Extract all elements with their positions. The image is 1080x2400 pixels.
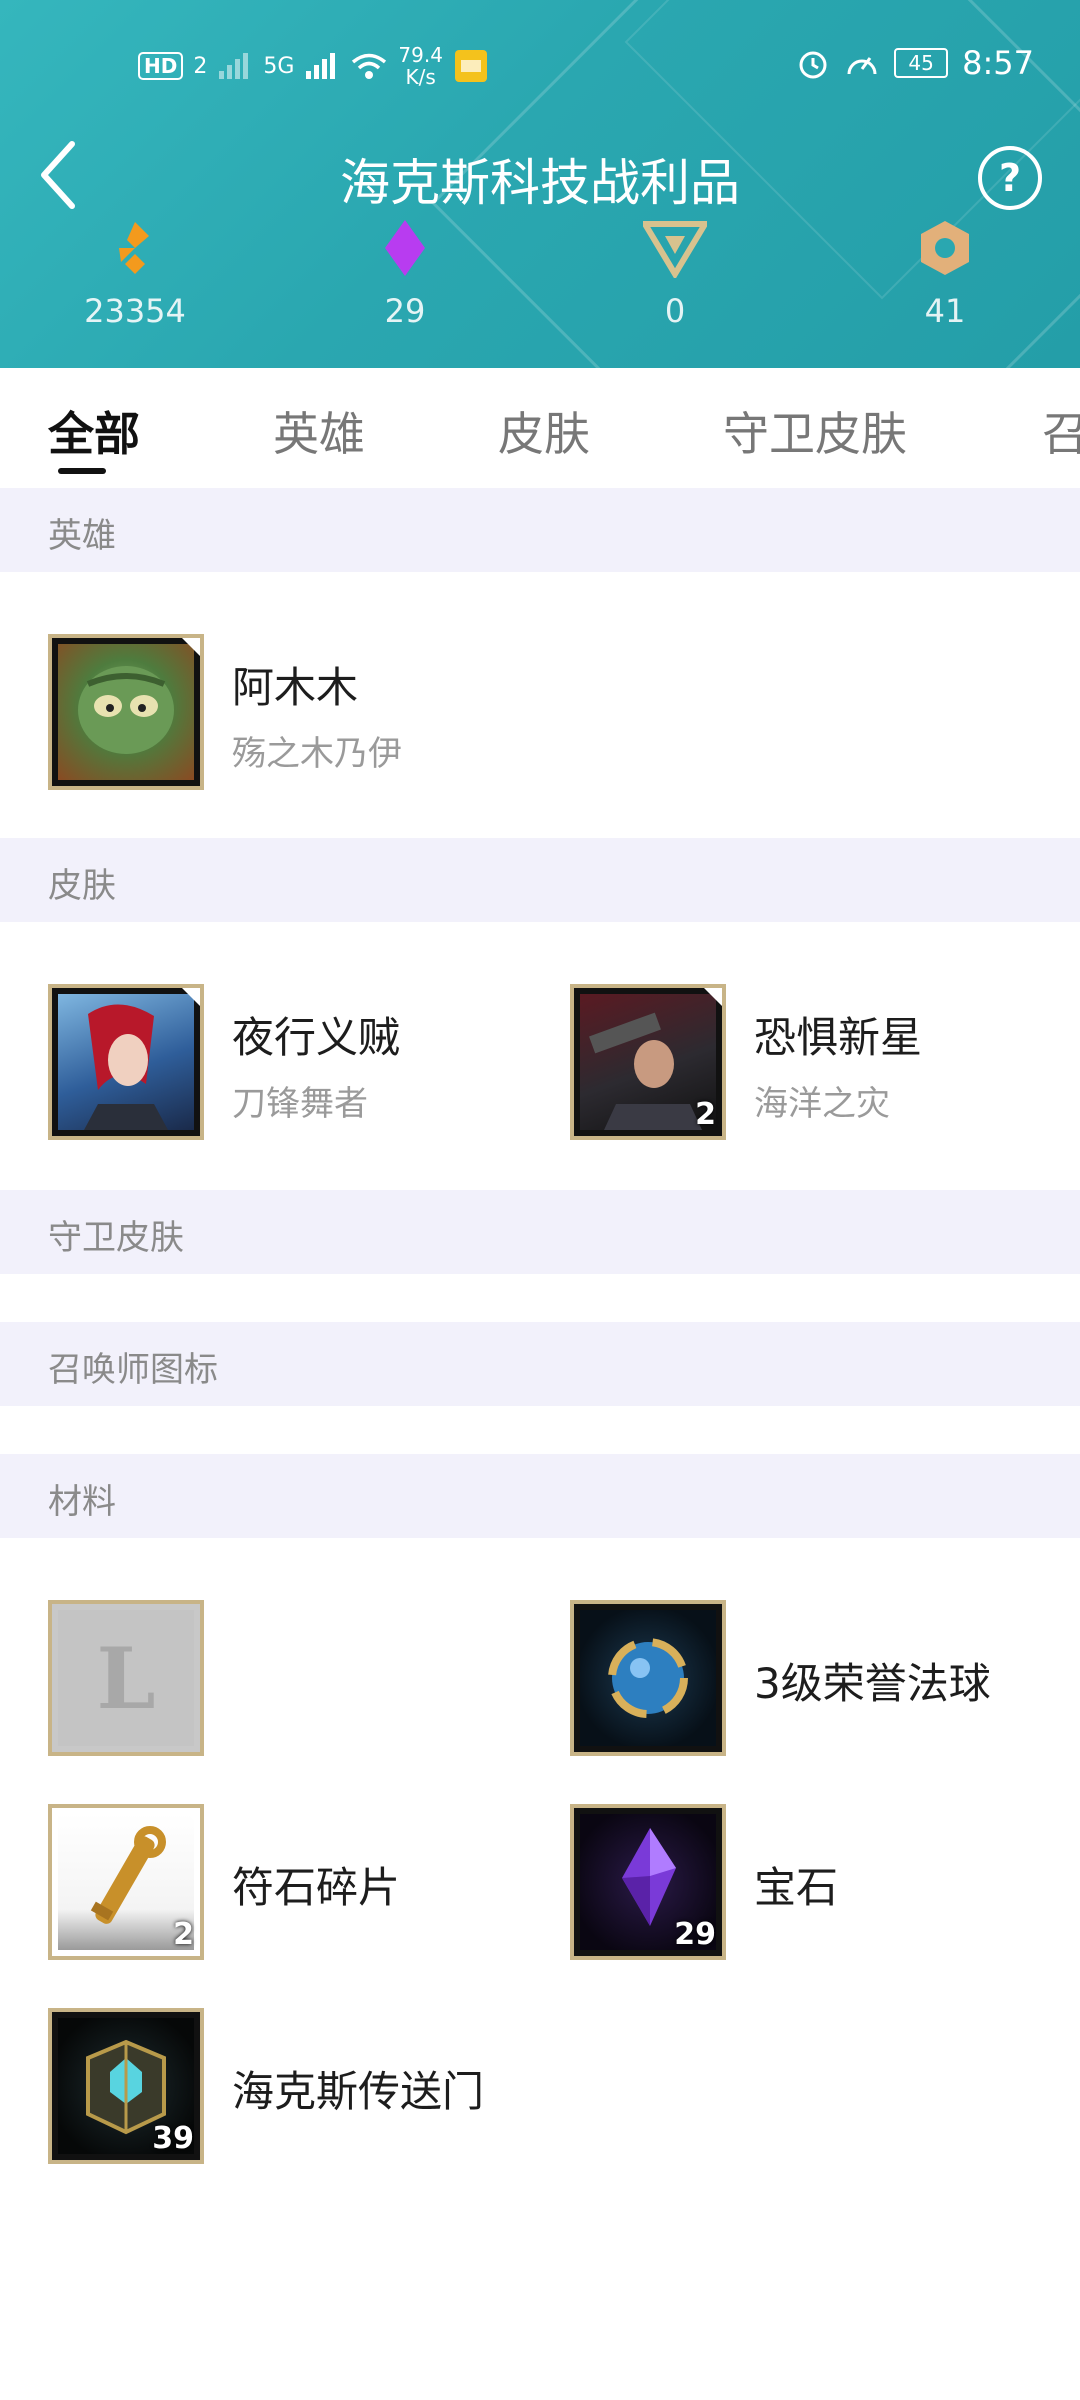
item-name: 宝石 [754, 1863, 839, 1912]
tab-champions[interactable]: 英雄 [273, 398, 365, 464]
help-icon[interactable]: ? [978, 146, 1042, 210]
amumu-portrait-icon [78, 666, 174, 754]
loot-item-skin[interactable]: 2 恐惧新星 海洋之灾 [570, 984, 1050, 1140]
currency-mythic-essence: 29 [315, 218, 495, 330]
net-speed-unit: K/s [405, 65, 436, 89]
page-title: 海克斯科技战利品 [340, 154, 740, 212]
item-thumbnail: 2 [48, 1804, 204, 1960]
item-thumbnail: 29 [570, 1804, 726, 1960]
placeholder-letter: L [96, 1628, 156, 1728]
loot-item-material[interactable]: 39 海克斯传送门 [48, 2008, 528, 2164]
item-thumbnail [48, 634, 204, 790]
honor-orb-icon [608, 1638, 688, 1718]
net-speed-value: 79.4 [398, 43, 443, 67]
net-speed: 79.4 K/s [398, 44, 443, 88]
currency-gemstone: 0 [585, 218, 765, 330]
network-type: 5G [263, 53, 295, 79]
tab-summoner-icons[interactable]: 召 [1042, 398, 1080, 464]
section-header-skins: 皮肤 [0, 838, 1080, 922]
alarm-icon [799, 51, 827, 79]
item-thumbnail: 39 [48, 2008, 204, 2164]
sim-label: 2 [193, 53, 208, 79]
item-subtitle: 殇之木乃伊 [232, 734, 402, 774]
hd-badge: HD [138, 52, 184, 80]
item-count: 29 [674, 1917, 716, 1952]
speed-meter-icon [847, 57, 877, 75]
item-count: 2 [695, 1097, 716, 1132]
currency-value: 0 [664, 292, 686, 330]
loot-item-material[interactable]: L [48, 1600, 528, 1756]
gemstone-essence-icon [643, 221, 707, 278]
corner-fold [180, 988, 200, 1008]
item-count: 39 [152, 2121, 194, 2156]
loot-item-material[interactable]: 3级荣誉法球 [570, 1600, 1050, 1756]
section-header-summoner-icons: 召唤师图标 [0, 1322, 1080, 1406]
loot-item-skin[interactable]: 夜行义贼 刀锋舞者 [48, 984, 528, 1140]
status-bar: HD 2 5G 79.4 K/s 45 8:57 [0, 30, 1080, 100]
item-name: 恐惧新星 [754, 1013, 923, 1062]
currency-blue-essence: 23354 [45, 218, 225, 330]
section-title: 守卫皮肤 [48, 1218, 184, 1258]
section-title: 材料 [48, 1482, 116, 1522]
item-name: 夜行义贼 [232, 1013, 401, 1062]
item-subtitle: 刀锋舞者 [232, 1084, 368, 1124]
item-name: 3级荣誉法球 [754, 1659, 991, 1708]
corner-fold [180, 638, 200, 658]
orange-essence-icon [921, 221, 969, 275]
item-name: 海克斯传送门 [232, 2067, 485, 2116]
currency-orange-essence: 41 [855, 218, 1035, 330]
loot-item-champion[interactable]: 阿木木 殇之木乃伊 [48, 634, 548, 790]
item-subtitle: 海洋之灾 [754, 1084, 890, 1124]
section-title: 皮肤 [48, 866, 116, 906]
category-tabs: 全部 英雄 皮肤 守卫皮肤 召 [0, 368, 1080, 488]
tab-all[interactable]: 全部 [48, 398, 140, 464]
clock: 8:57 [962, 44, 1034, 82]
app-notification-icon [454, 50, 487, 82]
corner-fold [180, 1808, 200, 1828]
item-thumbnail [570, 1600, 726, 1756]
signal-icon [219, 53, 249, 79]
item-thumbnail [48, 984, 204, 1140]
loot-item-material[interactable]: 29 宝石 [570, 1804, 1050, 1960]
item-name: 阿木木 [232, 663, 359, 712]
currency-value: 41 [924, 292, 966, 330]
item-count: 2 [173, 1917, 194, 1952]
active-tab-indicator [58, 468, 106, 474]
loot-item-material[interactable]: 2 符石碎片 [48, 1804, 528, 1960]
katarina-portrait-icon [84, 1004, 168, 1130]
section-title: 召唤师图标 [48, 1350, 218, 1390]
section-header-ward-skins: 守卫皮肤 [0, 1190, 1080, 1274]
header: HD 2 5G 79.4 K/s 45 8:57 海克斯科技战利品 ? 2335… [0, 0, 1080, 368]
section-header-champions: 英雄 [0, 488, 1080, 572]
item-thumbnail: L [48, 1600, 204, 1756]
signal-icon [306, 53, 336, 79]
item-name: 符石碎片 [232, 1863, 401, 1912]
blue-essence-icon [119, 222, 149, 274]
mythic-essence-icon [385, 220, 425, 276]
wifi-icon [352, 53, 387, 79]
section-header-materials: 材料 [0, 1454, 1080, 1538]
tab-ward-skins[interactable]: 守卫皮肤 [723, 398, 907, 464]
corner-fold [702, 988, 722, 1008]
tab-skins[interactable]: 皮肤 [498, 398, 590, 464]
battery-indicator: 45 [894, 48, 949, 78]
currency-value: 23354 [84, 292, 186, 330]
currency-value: 29 [384, 292, 426, 330]
item-thumbnail: 2 [570, 984, 726, 1140]
section-title: 英雄 [48, 516, 116, 556]
